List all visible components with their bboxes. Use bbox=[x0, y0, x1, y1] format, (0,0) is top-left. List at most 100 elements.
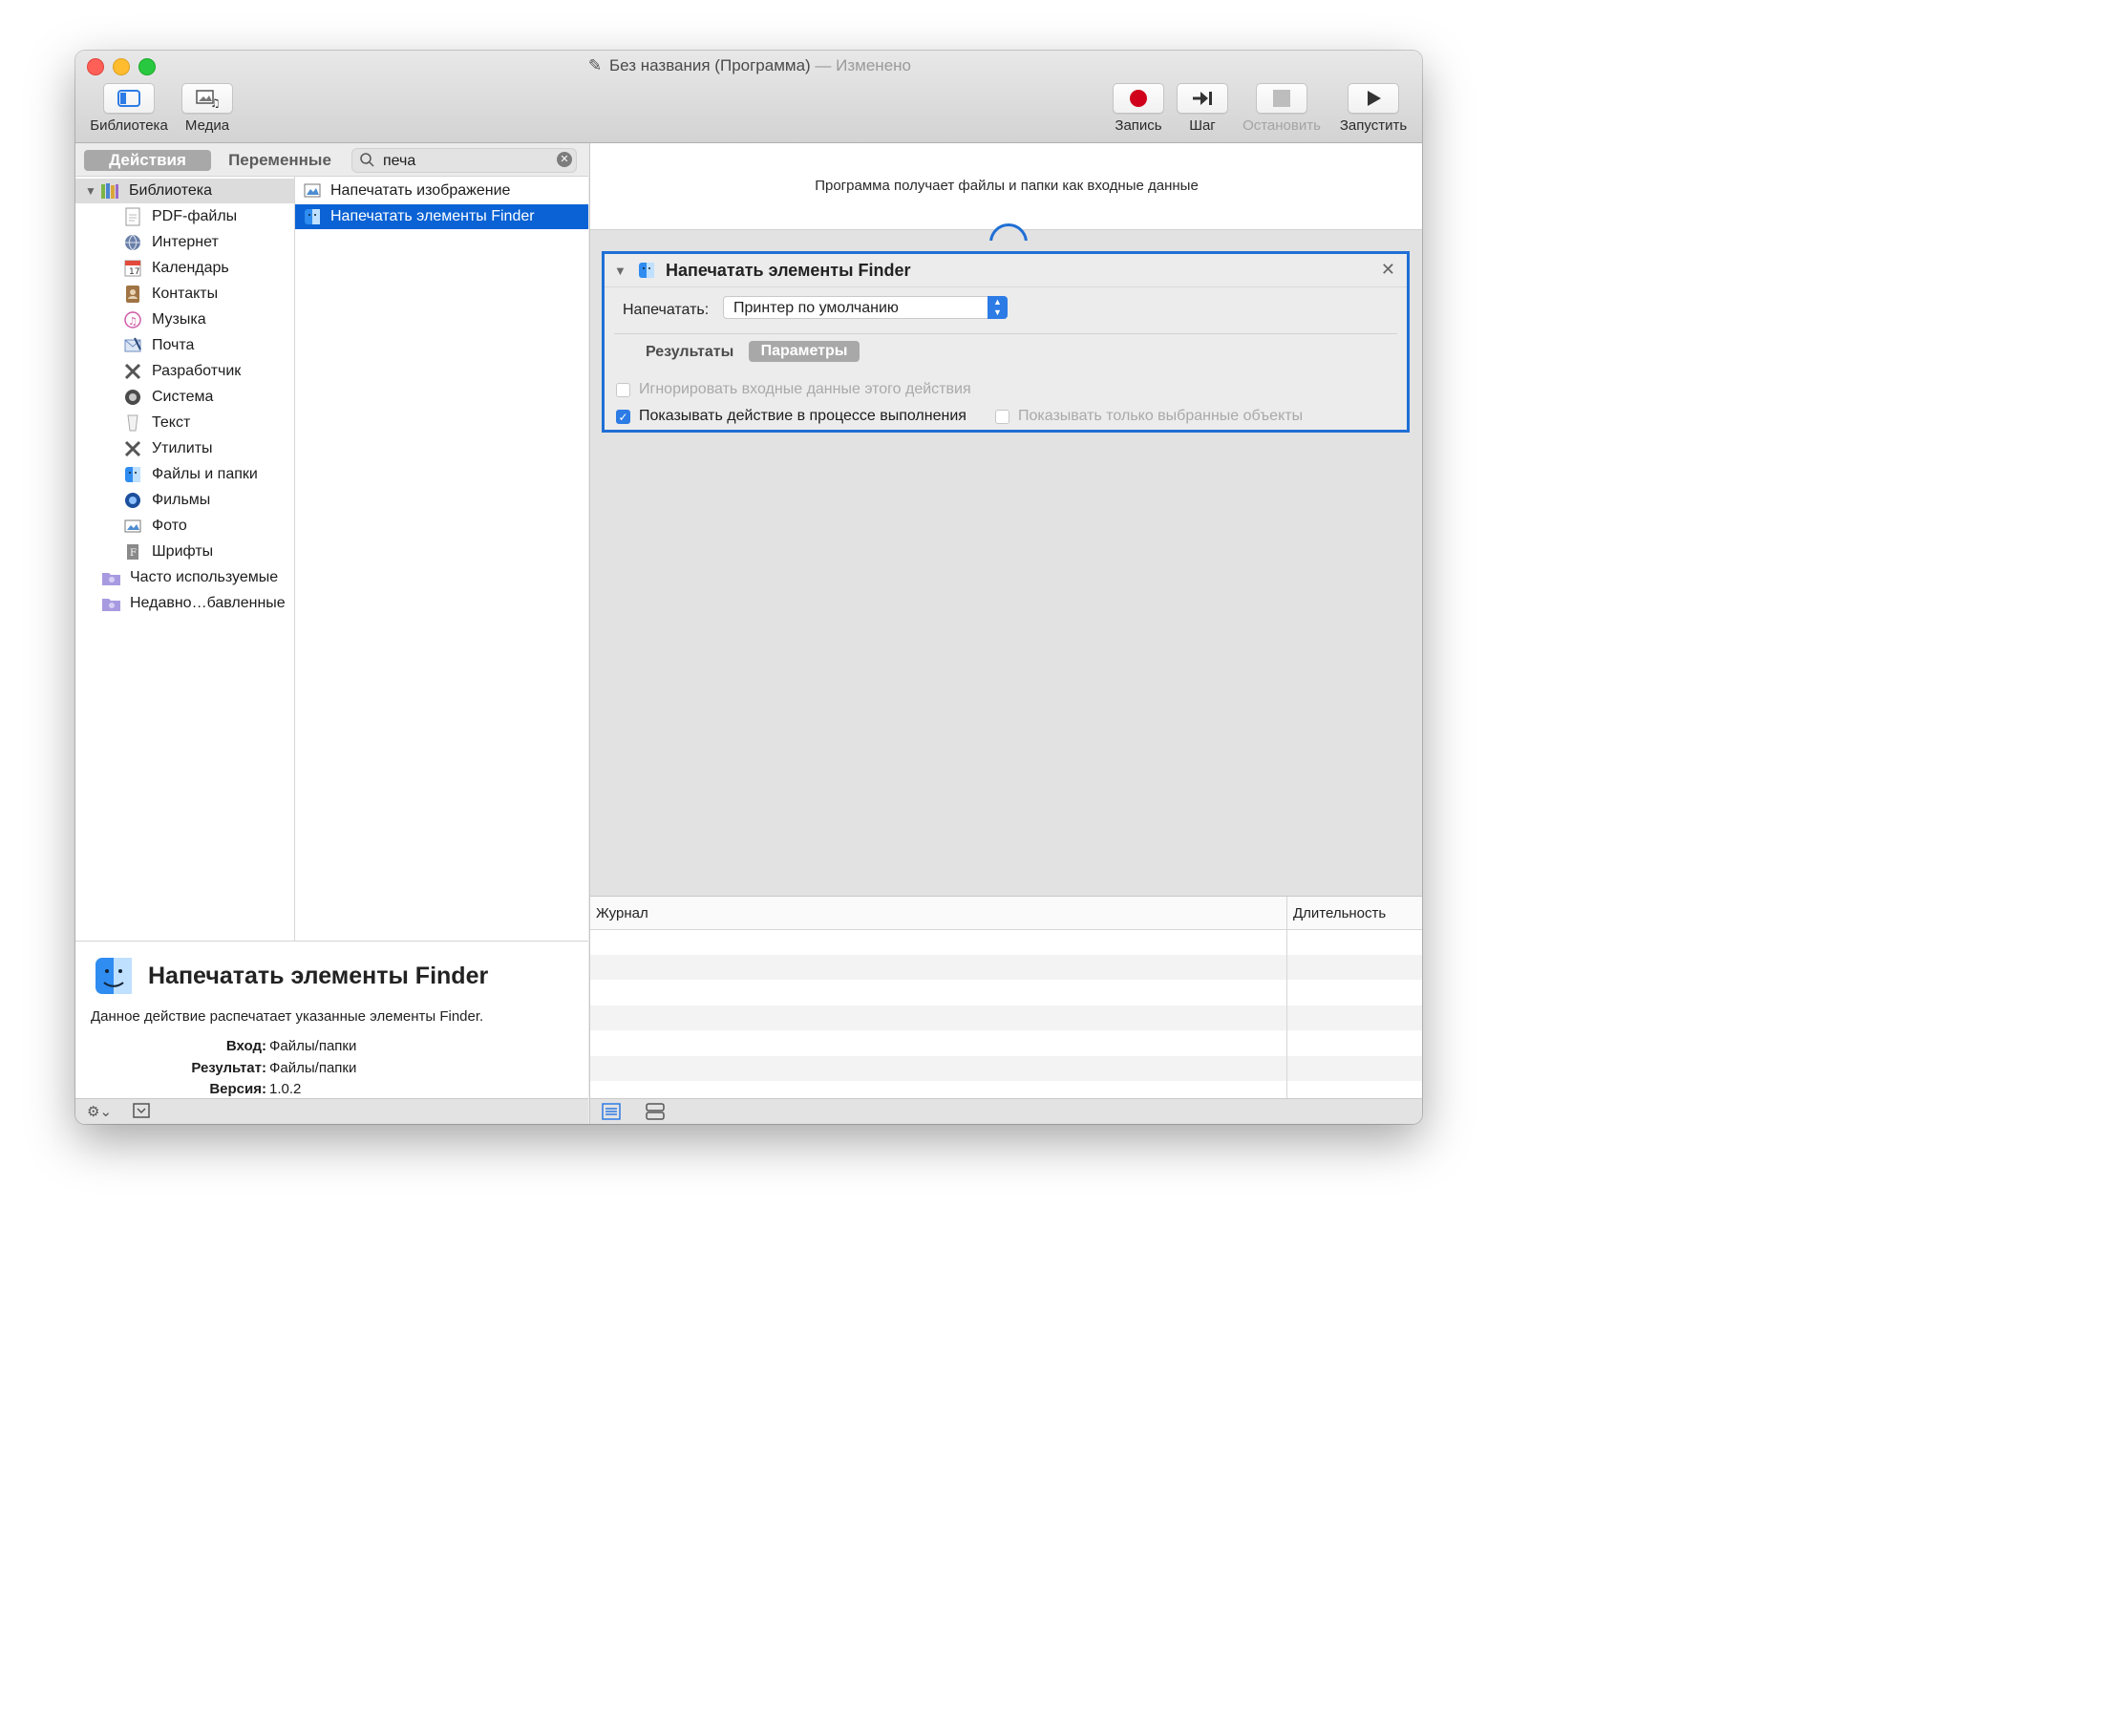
preview-icon bbox=[303, 181, 322, 201]
stop-icon bbox=[1256, 83, 1307, 114]
library-item-internet[interactable]: Интернет bbox=[75, 230, 294, 255]
library-item-pdf[interactable]: PDF-файлы bbox=[75, 204, 294, 229]
finder-icon bbox=[123, 465, 142, 484]
calendar-icon: 17 bbox=[123, 259, 142, 278]
fonts-icon: F bbox=[123, 542, 142, 561]
workflow-area: Программа получает файлы и папки как вхо… bbox=[589, 143, 1422, 896]
play-icon bbox=[1348, 83, 1399, 114]
action-print-image[interactable]: Напечатать изображение bbox=[295, 179, 588, 203]
split-view-icon[interactable] bbox=[646, 1103, 665, 1124]
library-tabs-bar: Действия Переменные ✕ bbox=[75, 143, 588, 177]
gear-icon[interactable]: ⚙⌄ bbox=[87, 1103, 112, 1120]
collapse-triangle-icon[interactable]: ▼ bbox=[614, 264, 627, 278]
duration-column-header[interactable]: Длительность bbox=[1293, 905, 1386, 921]
close-icon[interactable]: ✕ bbox=[1381, 260, 1395, 280]
library-item-photo[interactable]: Фото bbox=[75, 514, 294, 539]
library-pane: ▼ Библиотека PDF-файлы Интернет 17 Кален… bbox=[75, 177, 295, 941]
library-item-text[interactable]: Текст bbox=[75, 411, 294, 435]
log-header: Журнал Длительность bbox=[590, 897, 1422, 930]
automator-window: ✎ Без названия (Программа) — Изменено Биб… bbox=[75, 51, 1422, 1124]
automator-robot-icon: ✎ bbox=[587, 56, 603, 74]
svg-text:♫: ♫ bbox=[210, 96, 220, 108]
tab-actions[interactable]: Действия bbox=[84, 150, 211, 171]
library-root[interactable]: ▼ Библиотека bbox=[75, 179, 294, 203]
ignore-input-checkbox[interactable]: Игнорировать входные данные этого действ… bbox=[616, 381, 971, 398]
media-toolbar-button[interactable]: ♫ Медиа bbox=[179, 83, 236, 134]
clear-search-icon[interactable]: ✕ bbox=[557, 152, 572, 167]
library-item-movies[interactable]: Фильмы bbox=[75, 488, 294, 513]
right-bottom-bar bbox=[589, 1098, 1422, 1124]
utilities-icon bbox=[123, 439, 142, 458]
library-item-music[interactable]: ♫ Музыка bbox=[75, 307, 294, 332]
list-view-icon[interactable] bbox=[602, 1103, 621, 1124]
movies-icon bbox=[123, 491, 142, 510]
svg-text:F: F bbox=[130, 548, 137, 559]
tab-variables[interactable]: Переменные bbox=[219, 150, 341, 171]
library-item-recently-added[interactable]: Недавно…бавленные bbox=[75, 591, 294, 616]
titlebar: ✎ Без названия (Программа) — Изменено Биб… bbox=[75, 51, 1422, 143]
result-value: Файлы/папки bbox=[269, 1060, 357, 1076]
run-button[interactable]: Запустить bbox=[1333, 83, 1413, 134]
library-item-most-used[interactable]: Часто используемые bbox=[75, 565, 294, 590]
library-item-fonts[interactable]: F Шрифты bbox=[75, 540, 294, 564]
toggle-description-icon[interactable] bbox=[133, 1103, 150, 1123]
library-toolbar-button[interactable]: Библиотека bbox=[85, 83, 173, 134]
step-icon bbox=[1177, 83, 1228, 114]
library-item-developer[interactable]: Разработчик bbox=[75, 359, 294, 384]
music-icon: ♫ bbox=[123, 310, 142, 329]
workflow-header: Программа получает файлы и папки как вхо… bbox=[590, 143, 1422, 230]
stop-button[interactable]: Остановить bbox=[1236, 83, 1328, 134]
result-label: Результат: bbox=[191, 1060, 266, 1076]
pdf-icon bbox=[123, 207, 142, 226]
input-label: Вход: bbox=[225, 1038, 266, 1054]
disclosure-triangle-icon[interactable]: ▼ bbox=[85, 184, 96, 198]
svg-text:♫: ♫ bbox=[128, 315, 138, 328]
mail-icon bbox=[123, 336, 142, 355]
left-bottom-bar: ⚙⌄ bbox=[75, 1098, 588, 1124]
action-card-header: ▼ Напечатать элементы Finder ✕ bbox=[605, 254, 1407, 287]
library-item-utilities[interactable]: Утилиты bbox=[75, 436, 294, 461]
record-button[interactable]: Запись bbox=[1110, 83, 1167, 134]
library-books-icon bbox=[100, 181, 119, 201]
media-icon: ♫ bbox=[181, 83, 233, 114]
search-icon bbox=[360, 153, 374, 172]
log-table: Журнал Длительность bbox=[589, 896, 1422, 1099]
tab-options[interactable]: Параметры bbox=[749, 341, 860, 362]
search-field[interactable]: ✕ bbox=[351, 148, 577, 173]
version-value: 1.0.2 bbox=[269, 1081, 302, 1097]
action-print-finder-items[interactable]: Напечатать элементы Finder bbox=[295, 204, 588, 229]
printer-select[interactable]: Принтер по умолчанию ▲ ▼ bbox=[723, 296, 1008, 319]
step-button[interactable]: Шаг bbox=[1174, 83, 1231, 134]
library-item-contacts[interactable]: Контакты bbox=[75, 282, 294, 307]
finder-icon bbox=[303, 207, 322, 226]
library-item-files[interactable]: Файлы и папки bbox=[75, 462, 294, 487]
developer-icon bbox=[123, 362, 142, 381]
system-icon bbox=[123, 388, 142, 407]
tab-results[interactable]: Результаты bbox=[646, 344, 733, 361]
chevron-updown-icon: ▲ ▼ bbox=[988, 296, 1008, 319]
search-input[interactable] bbox=[381, 151, 547, 172]
library-item-mail[interactable]: Почта bbox=[75, 333, 294, 358]
show-action-checkbox[interactable]: ✓ Показывать действие в процессе выполне… bbox=[616, 408, 966, 425]
action-card: ▼ Напечатать элементы Finder ✕ Напечатат… bbox=[602, 251, 1410, 433]
window-title: ✎ Без названия (Программа) — Изменено bbox=[587, 56, 911, 74]
edited-label: Изменено bbox=[836, 56, 911, 74]
svg-text:17: 17 bbox=[129, 267, 139, 277]
photo-icon bbox=[123, 517, 142, 536]
card-divider bbox=[614, 333, 1397, 334]
print-label: Напечатать: bbox=[623, 302, 710, 318]
show-selected-only-checkbox[interactable]: Показывать только выбранные объекты bbox=[995, 408, 1303, 425]
finder-icon bbox=[95, 957, 133, 1000]
library-item-system[interactable]: Система bbox=[75, 385, 294, 410]
smart-folder-icon bbox=[101, 568, 120, 587]
checkmark-icon: ✓ bbox=[616, 409, 630, 424]
actions-list: Напечатать изображение Напечатать элемен… bbox=[295, 177, 588, 941]
version-label: Версия: bbox=[209, 1081, 266, 1097]
library-item-calendar[interactable]: 17 Календарь bbox=[75, 256, 294, 281]
smart-folder-icon bbox=[101, 594, 120, 613]
log-column-header[interactable]: Журнал bbox=[596, 905, 648, 921]
description-text: Данное действие распечатает указанные эл… bbox=[91, 1008, 484, 1025]
text-icon bbox=[123, 413, 142, 433]
finder-icon bbox=[637, 261, 656, 285]
globe-icon bbox=[123, 233, 142, 252]
